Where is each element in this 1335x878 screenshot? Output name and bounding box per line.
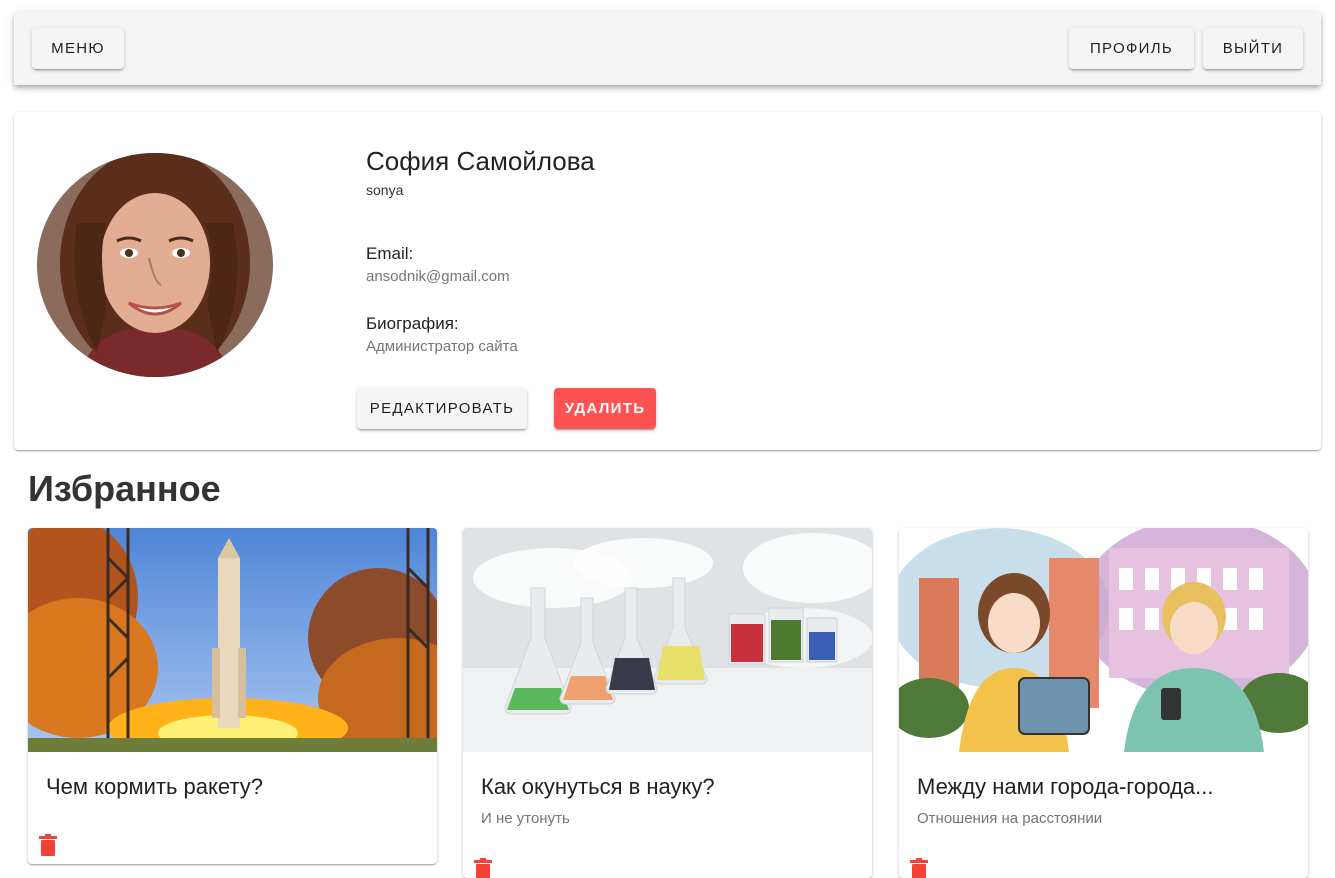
logout-button[interactable]: Выйти: [1203, 28, 1303, 69]
favorite-subtitle: И не утонуть: [481, 810, 570, 827]
chemistry-flasks-image: [463, 528, 872, 752]
email-value: ansodnik@gmail.com: [366, 268, 510, 285]
delete-profile-button[interactable]: Удалить: [554, 388, 656, 429]
favorite-card[interactable]: Между нами города-города... Отношения на…: [899, 528, 1308, 878]
bio-label: Биография:: [366, 314, 459, 333]
bio-value: Администратор сайта: [366, 338, 518, 355]
favorite-title: Как окунуться в науку?: [481, 774, 715, 799]
favorite-card[interactable]: Чем кормить ракету?: [28, 528, 437, 864]
edit-profile-button[interactable]: Редактировать: [357, 388, 527, 429]
profile-name: София Самойлова: [366, 146, 595, 176]
trash-icon[interactable]: [910, 858, 928, 878]
trash-icon[interactable]: [39, 834, 57, 856]
favorite-title: Чем кормить ракету?: [46, 774, 263, 799]
favorite-subtitle: Отношения на расстоянии: [917, 810, 1103, 827]
favorite-card[interactable]: Как окунуться в науку? И не утонуть: [463, 528, 872, 878]
email-label: Email:: [366, 244, 414, 263]
menu-button[interactable]: Меню: [32, 28, 124, 69]
profile-button[interactable]: Профиль: [1069, 28, 1194, 69]
profile-username: sonya: [366, 182, 404, 198]
favorite-title: Между нами города-города...: [917, 774, 1214, 799]
trash-icon[interactable]: [474, 858, 492, 878]
watercolor-couple-image: [899, 528, 1308, 752]
rocket-launch-image: [28, 528, 437, 752]
avatar: [37, 153, 273, 377]
favorites-title: Избранное: [28, 468, 221, 509]
